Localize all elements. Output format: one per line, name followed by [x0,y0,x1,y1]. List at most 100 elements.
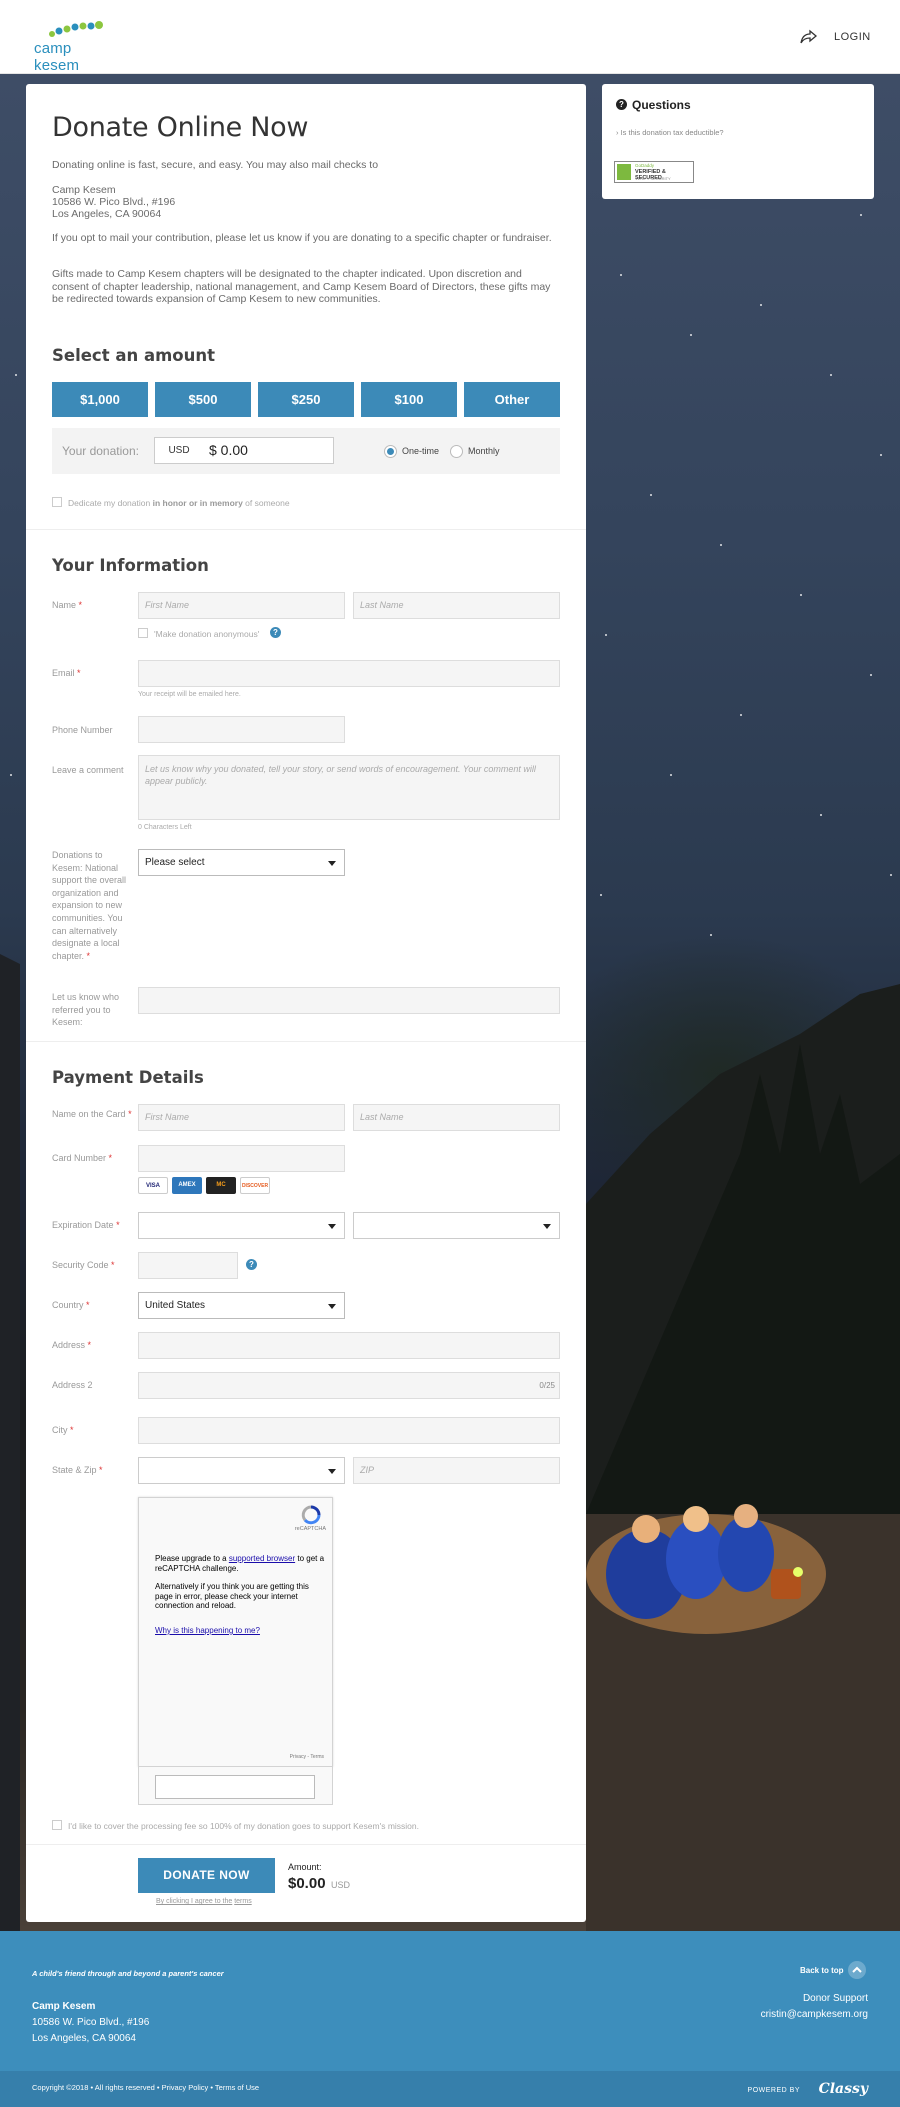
address2-char-count: 0/25 [539,1381,555,1390]
chevron-down-icon [328,861,336,866]
amount-button-100[interactable]: $100 [361,382,457,417]
address-label-text: Address [52,1340,86,1350]
terms-pre: By clicking I agree to the [156,1898,233,1905]
recaptcha-why-text: Why is this happening to me? [155,1626,325,1636]
anonymous-checkbox[interactable] [138,628,148,638]
first-name-input[interactable]: First Name [138,592,345,619]
anonymous-text: Make donation anonymous [155,629,258,639]
address2-input[interactable]: 0/25 [138,1372,560,1399]
donate-now-button[interactable]: DONATE NOW [138,1858,275,1893]
badge-verify-link: VERIFY SECURITY [635,176,671,181]
designation-value: Please select [145,857,205,868]
email-label-text: Email [52,668,75,678]
referral-input[interactable] [138,987,560,1014]
anonymous-help-icon[interactable]: ? [270,627,281,638]
dedicate-checkbox[interactable] [52,497,62,507]
address-input[interactable] [138,1332,560,1359]
campfire-group-image [586,1504,826,1634]
designation-select[interactable]: Please select [138,849,345,876]
country-select[interactable]: United States [138,1292,345,1319]
share-icon[interactable] [800,28,818,46]
amount-button-500[interactable]: $500 [155,382,251,417]
anonymous-label: 'Make donation anonymous' [154,629,260,639]
payment-details-heading: Payment Details [52,1068,204,1087]
amount-button-1000[interactable]: $1,000 [52,382,148,417]
donation-amount-input[interactable]: $ 0.00 [203,437,334,464]
dedicate-text-pre: Dedicate my donation [68,498,151,508]
faq-item-text: Is this donation tax deductible? [620,128,724,137]
mastercard-icon: MC [206,1177,236,1194]
supported-browser-link[interactable]: supported browser [229,1554,295,1563]
expiration-month-select[interactable] [138,1212,345,1239]
select-amount-heading: Select an amount [52,346,216,365]
chevron-up-icon[interactable] [848,1961,866,1979]
donor-support-email[interactable]: cristin@campkesem.org [761,2009,868,2020]
camp-kesem-logo[interactable]: camp kesem [34,18,116,74]
card-name-label: Name on the Card * [52,1109,132,1119]
why-happening-link[interactable]: Why is this happening to me? [155,1626,260,1635]
donation-label: Your donation: [62,444,139,458]
city-input[interactable] [138,1417,560,1444]
recaptcha-privacy-terms[interactable]: Privacy - Terms [290,1754,324,1760]
recaptcha-brand: reCAPTCHA [294,1526,326,1532]
terms-link[interactable]: terms [234,1898,252,1905]
gifts-note: Gifts made to Camp Kesem chapters will b… [52,268,551,305]
questions-title: Questions [632,98,691,112]
amount-button-other[interactable]: Other [464,382,560,417]
last-name-input[interactable]: Last Name [353,592,560,619]
comment-label: Leave a comment [52,765,124,775]
zip-input[interactable]: ZIP [353,1457,560,1484]
one-time-radio[interactable] [384,445,397,458]
classy-logo[interactable]: Classy [819,2081,868,2097]
cover-fee-checkbox[interactable] [52,1820,62,1830]
country-label: Country * [52,1300,90,1310]
security-code-help-icon[interactable]: ? [246,1259,257,1270]
login-link[interactable]: LOGIN [834,31,871,43]
recaptcha-response-input[interactable] [155,1775,315,1799]
card-last-name-input[interactable]: Last Name [353,1104,560,1131]
godaddy-verified-badge[interactable]: GoDaddy VERIFIED & SECURED VERIFY SECURI… [614,161,694,183]
recaptcha-widget: reCAPTCHA Please upgrade to a supported … [138,1497,333,1767]
name-label: Name * [52,600,83,610]
intro-text: Donating online is fast, secure, and eas… [52,159,379,171]
state-zip-label: State & Zip * [52,1465,103,1475]
dedicate-text-bold: in honor or in memory [152,498,243,508]
site-footer: A child's friend through and beyond a pa… [0,1931,900,2071]
donation-form-card: Donate Online Now Donating online is fas… [26,84,586,1922]
city-label: City * [52,1425,74,1435]
security-code-input[interactable] [138,1252,238,1279]
recaptcha-error-text: Alternatively if you think you are getti… [155,1582,309,1610]
referral-label: Let us know who referred you to Kesem: [52,992,120,1028]
faq-item-tax-deductible[interactable]: › Is this donation tax deductible? [616,128,724,137]
footer-street: 10586 W. Pico Blvd., #196 [32,2017,150,2028]
state-select[interactable] [138,1457,345,1484]
email-input[interactable] [138,660,560,687]
comment-textarea[interactable]: Let us know why you donated, tell your s… [138,755,560,820]
card-number-label-text: Card Number [52,1153,107,1163]
back-to-top-link[interactable]: Back to top [800,1966,844,1975]
currency-selector[interactable]: USD [154,437,204,464]
questions-panel: ? Questions › Is this donation tax deduc… [602,84,874,199]
copyright-text[interactable]: Copyright ©2018 • All rights reserved • … [32,2083,259,2092]
amount-label: Amount: [288,1862,322,1872]
site-header: camp kesem LOGIN [0,0,900,74]
address2-label: Address 2 [52,1380,93,1390]
security-code-label: Security Code * [52,1260,115,1270]
characters-left: 0 Characters Left [138,824,192,831]
expiration-year-select[interactable] [353,1212,560,1239]
expiration-label-text: Expiration Date [52,1220,114,1230]
card-first-name-input[interactable]: First Name [138,1104,345,1131]
monthly-label: Monthly [468,446,500,456]
chevron-down-icon [328,1469,336,1474]
monthly-radio[interactable] [450,445,463,458]
mail-note: If you opt to mail your contribution, pl… [52,232,552,244]
chevron-down-icon [543,1224,551,1229]
footer-city: Los Angeles, CA 90064 [32,2033,136,2044]
email-label: Email * [52,668,81,678]
amount-button-250[interactable]: $250 [258,382,354,417]
dedicate-text-post: of someone [245,498,290,508]
phone-input[interactable] [138,716,345,743]
caterpillar-logo-icon [49,21,103,37]
card-number-input[interactable] [138,1145,345,1172]
cover-fee-label: I'd like to cover the processing fee so … [68,1821,419,1831]
